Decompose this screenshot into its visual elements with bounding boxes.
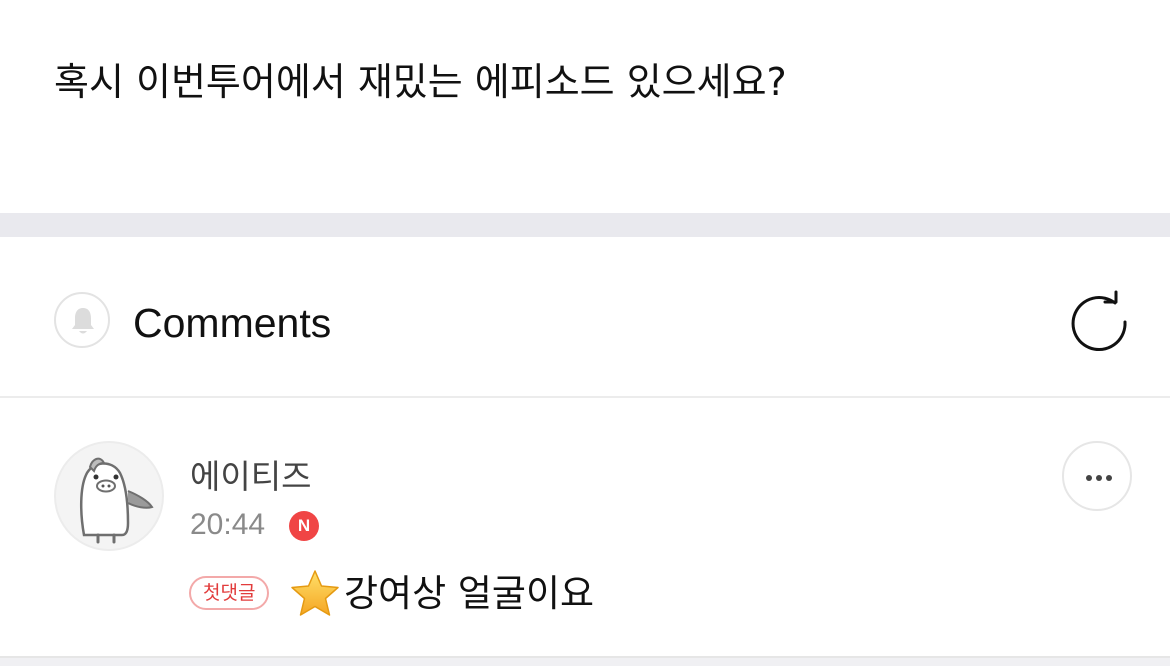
comment-item: 에이티즈 20:44 N 첫댓글 강여상 얼굴이요 xyxy=(0,398,1170,656)
comments-header: Comments xyxy=(0,237,1170,398)
first-comment-badge: 첫댓글 xyxy=(189,576,270,610)
refresh-button[interactable] xyxy=(1066,289,1132,355)
comment-timestamp: 20:44 xyxy=(190,508,266,541)
new-badge: N xyxy=(289,511,319,541)
refresh-icon xyxy=(1071,290,1127,352)
post-body: 혹시 이번투어에서 재밌는 에피소드 있으세요? xyxy=(0,0,1170,213)
more-dot-icon xyxy=(1096,475,1102,481)
bottom-divider xyxy=(0,656,1170,666)
comments-title: Comments xyxy=(133,300,332,346)
star-icon xyxy=(291,570,339,616)
section-divider xyxy=(0,213,1170,237)
avatar[interactable] xyxy=(54,441,164,551)
more-dot-icon xyxy=(1106,475,1112,481)
comment-text: 강여상 얼굴이요 xyxy=(344,572,595,615)
bell-icon xyxy=(72,308,94,334)
penguin-avatar-icon xyxy=(80,457,154,544)
comment-notification-toggle[interactable] xyxy=(54,292,110,348)
comment-author[interactable]: 에이티즈 xyxy=(190,456,311,498)
post-text: 혹시 이번투어에서 재밌는 에피소드 있으세요? xyxy=(54,60,787,104)
comment-body: 강여상 얼굴이요 xyxy=(288,568,594,620)
comment-more-button[interactable] xyxy=(1062,441,1132,511)
more-dot-icon xyxy=(1086,475,1092,481)
